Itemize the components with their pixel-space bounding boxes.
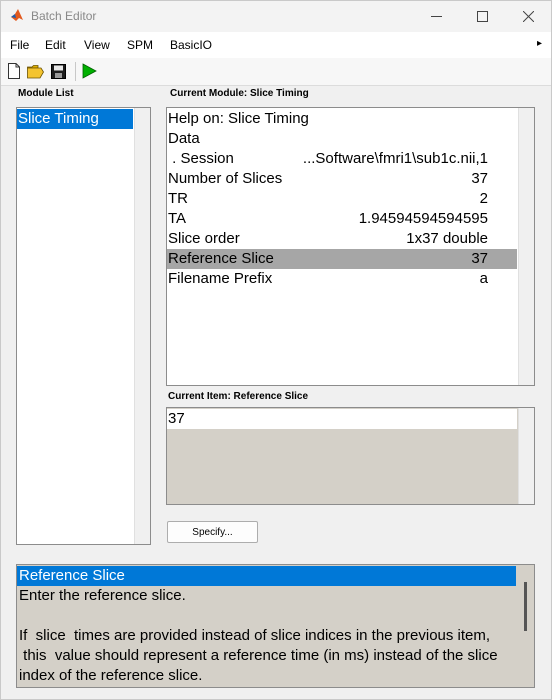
help-line-text: Enter the reference slice. bbox=[19, 587, 186, 604]
menu-spm[interactable]: SPM bbox=[127, 38, 153, 52]
module-row-slice-order[interactable]: Slice order 1x37 double bbox=[167, 229, 517, 249]
module-list-item-slice-timing[interactable]: Slice Timing bbox=[17, 109, 133, 129]
open-folder-icon bbox=[26, 64, 44, 78]
current-module-scrollbar[interactable] bbox=[518, 108, 534, 385]
current-item-scrollbar[interactable] bbox=[518, 408, 534, 504]
row-value: 2 bbox=[479, 190, 488, 207]
row-name: . Session bbox=[168, 150, 234, 167]
minimize-icon bbox=[430, 16, 442, 17]
matlab-logo-icon bbox=[11, 9, 23, 21]
close-icon bbox=[522, 11, 534, 22]
current-item-value: 37 bbox=[168, 410, 185, 427]
toolbar-separator bbox=[75, 62, 76, 81]
menu-overflow-icon[interactable]: ▸ bbox=[537, 38, 542, 49]
current-item-label: Current Item: Reference Slice bbox=[168, 391, 309, 402]
help-line-title: Reference Slice bbox=[17, 566, 516, 586]
row-value: 37 bbox=[471, 250, 488, 267]
row-value: ...Software\fmri1\sub1c.nii,1 bbox=[302, 150, 488, 167]
module-list[interactable]: Slice Timing bbox=[16, 107, 151, 545]
current-module-list[interactable]: Help on: Slice Timing Data . Session ...… bbox=[166, 107, 535, 386]
module-row-number-of-slices[interactable]: Number of Slices 37 bbox=[167, 169, 517, 189]
help-line-text: Reference Slice bbox=[19, 567, 125, 584]
current-item-value-row[interactable]: 37 bbox=[167, 409, 517, 429]
row-value: 1.94594594594595 bbox=[358, 210, 488, 227]
help-text-box[interactable]: Reference Slice Enter the reference slic… bbox=[16, 564, 535, 688]
row-name: TR bbox=[168, 190, 188, 207]
row-name: Data bbox=[168, 130, 200, 147]
module-row-help[interactable]: Help on: Slice Timing bbox=[167, 109, 517, 129]
row-name: Slice order bbox=[168, 230, 240, 247]
toolbar bbox=[1, 58, 551, 86]
module-row-tr[interactable]: TR 2 bbox=[167, 189, 517, 209]
module-row-ta[interactable]: TA 1.94594594594595 bbox=[167, 209, 517, 229]
row-name: Filename Prefix bbox=[168, 270, 273, 287]
title-bar[interactable]: Batch Editor bbox=[1, 1, 551, 32]
module-list-item-label: Slice Timing bbox=[18, 110, 99, 127]
run-icon bbox=[82, 63, 97, 79]
help-scrollbar-thumb[interactable] bbox=[524, 582, 527, 631]
module-row-data[interactable]: Data bbox=[167, 129, 517, 149]
open-button[interactable] bbox=[26, 62, 44, 80]
module-row-reference-slice[interactable]: Reference Slice 37 bbox=[167, 249, 517, 269]
module-row-session[interactable]: . Session ...Software\fmri1\sub1c.nii,1 bbox=[167, 149, 517, 169]
new-button[interactable] bbox=[5, 62, 23, 80]
menu-basicio[interactable]: BasicIO bbox=[170, 38, 212, 52]
row-name: Reference Slice bbox=[168, 250, 274, 267]
window-title: Batch Editor bbox=[31, 9, 97, 23]
row-name: TA bbox=[168, 210, 187, 227]
help-line: Enter the reference slice. bbox=[17, 586, 516, 606]
help-line: If slice times are provided instead of s… bbox=[17, 626, 516, 646]
help-line: index of the reference slice. bbox=[17, 666, 516, 686]
menu-view[interactable]: View bbox=[84, 38, 110, 52]
minimize-button[interactable] bbox=[413, 1, 459, 32]
row-value: 37 bbox=[471, 170, 488, 187]
help-line-text: this value should represent a reference … bbox=[19, 647, 498, 664]
menu-edit[interactable]: Edit bbox=[45, 38, 66, 52]
help-line: this value should represent a reference … bbox=[17, 646, 516, 666]
menu-file[interactable]: File bbox=[10, 38, 29, 52]
menu-bar: File Edit View SPM BasicIO ▸ bbox=[1, 32, 551, 58]
save-button[interactable] bbox=[49, 62, 67, 80]
current-module-label: Current Module: Slice Timing bbox=[170, 88, 309, 99]
batch-editor-window: Batch Editor File Edit View SPM BasicIO … bbox=[0, 0, 552, 700]
help-line bbox=[17, 606, 516, 626]
help-line-text: index of the reference slice. bbox=[19, 667, 203, 684]
specify-button[interactable]: Specify... bbox=[167, 521, 258, 543]
help-line-text: If slice times are provided instead of s… bbox=[19, 627, 491, 644]
row-value: 1x37 double bbox=[406, 230, 488, 247]
save-icon bbox=[50, 63, 66, 79]
maximize-button[interactable] bbox=[459, 1, 505, 32]
module-list-scrollbar[interactable] bbox=[134, 108, 150, 544]
close-button[interactable] bbox=[505, 1, 551, 32]
module-row-filename-prefix[interactable]: Filename Prefix a bbox=[167, 269, 517, 289]
row-value: a bbox=[479, 270, 488, 287]
row-name: Number of Slices bbox=[168, 170, 283, 187]
maximize-icon bbox=[476, 11, 488, 22]
module-list-label: Module List bbox=[18, 88, 74, 99]
row-name: Help on: Slice Timing bbox=[168, 110, 309, 127]
run-button[interactable] bbox=[80, 62, 98, 80]
new-file-icon bbox=[8, 63, 20, 79]
current-item-box[interactable]: 37 bbox=[166, 407, 535, 505]
